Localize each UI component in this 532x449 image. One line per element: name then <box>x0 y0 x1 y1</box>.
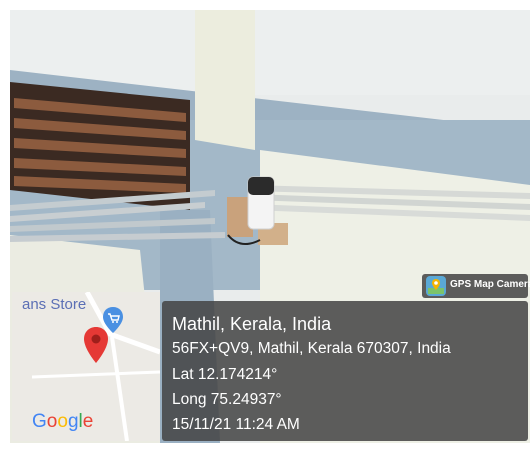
google-letter: e <box>82 411 94 432</box>
longitude: Long 75.24937° <box>172 391 282 408</box>
google-letter: o <box>57 411 68 432</box>
location-info-overlay: Mathil, Kerala, India 56FX+QV9, Mathil, … <box>162 301 528 441</box>
google-letter: o <box>46 411 58 432</box>
app-name: GPS Map Camera <box>450 279 530 290</box>
timestamp: 15/11/21 11:24 AM <box>172 416 300 433</box>
address: 56FX+QV9, Mathil, Kerala 670307, India <box>172 340 451 357</box>
google-logo: Google <box>32 412 93 431</box>
google-letter: G <box>32 411 47 432</box>
google-letter: g <box>67 411 79 432</box>
location-map[interactable]: ans Store Google <box>12 292 160 441</box>
camera-photo: ans Store Google GPS Map Camera Mathil, … <box>10 10 530 443</box>
gps-map-camera-badge: GPS Map Camera <box>422 274 530 298</box>
place-name: Mathil, Kerala, India <box>172 314 332 334</box>
red-location-pin-icon <box>84 327 108 363</box>
map-store-label: ans Store <box>22 296 87 313</box>
gps-map-camera-app-icon <box>426 276 446 296</box>
latitude: Lat 12.174214° <box>172 366 278 383</box>
